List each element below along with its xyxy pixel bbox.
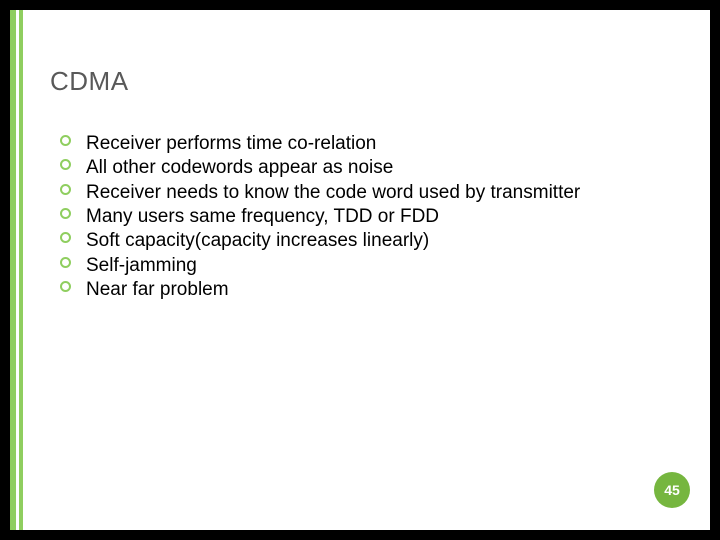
- list-item: Self-jamming: [60, 254, 670, 278]
- list-item: Near far problem: [60, 278, 670, 302]
- list-item-text: Near far problem: [86, 279, 229, 300]
- list-item: Many users same frequency, TDD or FDD: [60, 205, 670, 229]
- list-item: All other codewords appear as noise: [60, 156, 670, 180]
- bullet-icon: [60, 281, 71, 292]
- slide-content: Receiver performs time co-relation All o…: [60, 132, 670, 302]
- list-item-text: Self-jamming: [86, 255, 197, 276]
- bullet-icon: [60, 208, 71, 219]
- list-item-text: Soft capacity(capacity increases linearl…: [86, 230, 429, 251]
- bullet-list: Receiver performs time co-relation All o…: [60, 132, 670, 302]
- bullet-icon: [60, 184, 71, 195]
- bullet-icon: [60, 232, 71, 243]
- bullet-icon: [60, 135, 71, 146]
- slide-title: CDMA: [50, 66, 129, 97]
- list-item: Receiver needs to know the code word use…: [60, 181, 670, 205]
- list-item-text: Receiver performs time co-relation: [86, 133, 376, 154]
- accent-bar-inner: [19, 10, 23, 530]
- list-item-text: Receiver needs to know the code word use…: [86, 182, 580, 203]
- bullet-icon: [60, 257, 71, 268]
- list-item: Receiver performs time co-relation: [60, 132, 670, 156]
- page-number-badge: 45: [654, 472, 690, 508]
- page-number: 45: [664, 482, 680, 498]
- list-item: Soft capacity(capacity increases linearl…: [60, 229, 670, 253]
- list-item-text: Many users same frequency, TDD or FDD: [86, 206, 439, 227]
- list-item-text: All other codewords appear as noise: [86, 157, 393, 178]
- slide: CDMA Receiver performs time co-relation …: [10, 10, 710, 530]
- bullet-icon: [60, 159, 71, 170]
